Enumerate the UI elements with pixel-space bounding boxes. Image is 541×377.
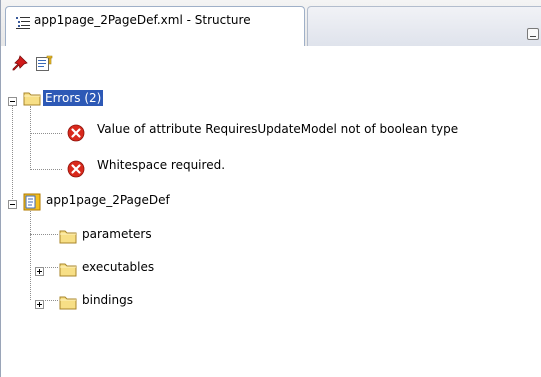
tree-connector xyxy=(30,169,62,170)
structure-icon xyxy=(16,16,30,30)
structure-window: app1page_2PageDef.xml - Structure Errors… xyxy=(0,0,541,377)
structure-tree: Errors (2) Value of attribute RequiresUp… xyxy=(1,84,541,374)
tree-node-bindings[interactable]: bindings xyxy=(1,292,301,312)
tree-node-executables[interactable]: executables xyxy=(1,259,301,279)
tree-node-pagedef[interactable]: app1page_2PageDef xyxy=(1,192,301,212)
tree-label-parameters: parameters xyxy=(82,227,152,241)
pin-icon[interactable] xyxy=(11,55,29,73)
tree-label-pagedef: app1page_2PageDef xyxy=(46,193,170,207)
error-icon xyxy=(67,160,85,178)
collapse-toggle[interactable] xyxy=(8,200,17,209)
expand-toggle[interactable] xyxy=(35,300,44,309)
tree-connector xyxy=(30,133,62,134)
tree-connector xyxy=(12,106,13,203)
tree-connector xyxy=(30,208,31,300)
tree-label-executables: executables xyxy=(82,260,155,274)
tree-label-errors: Errors (2) xyxy=(43,90,104,106)
minimize-button[interactable] xyxy=(527,28,539,40)
folder-icon xyxy=(23,90,41,106)
error-icon xyxy=(67,124,85,142)
tree-node-errors[interactable]: Errors (2) xyxy=(1,90,301,110)
tab-empty-area xyxy=(307,6,541,46)
edit-properties-icon[interactable] xyxy=(35,55,53,73)
folder-icon xyxy=(59,261,77,277)
tab-structure[interactable]: app1page_2PageDef.xml - Structure xyxy=(5,6,305,46)
expand-toggle[interactable] xyxy=(35,267,44,276)
toolbar xyxy=(1,46,541,78)
tree-connector xyxy=(30,106,31,170)
tree-node-error-2[interactable]: Whitespace required. xyxy=(61,158,361,180)
page-definition-icon xyxy=(23,193,41,211)
folder-icon xyxy=(59,228,77,244)
tree-label-error-2: Whitespace required. xyxy=(97,158,226,172)
tree-node-error-1[interactable]: Value of attribute RequiresUpdateModel n… xyxy=(61,122,531,144)
tree-label-error-1: Value of attribute RequiresUpdateModel n… xyxy=(97,122,459,136)
tree-label-bindings: bindings xyxy=(82,293,133,307)
collapse-toggle[interactable] xyxy=(8,97,17,106)
tree-node-parameters[interactable]: parameters xyxy=(1,226,301,246)
tab-strip: app1page_2PageDef.xml - Structure xyxy=(1,0,541,47)
tab-title: app1page_2PageDef.xml - Structure xyxy=(34,13,251,27)
folder-icon xyxy=(59,294,77,310)
